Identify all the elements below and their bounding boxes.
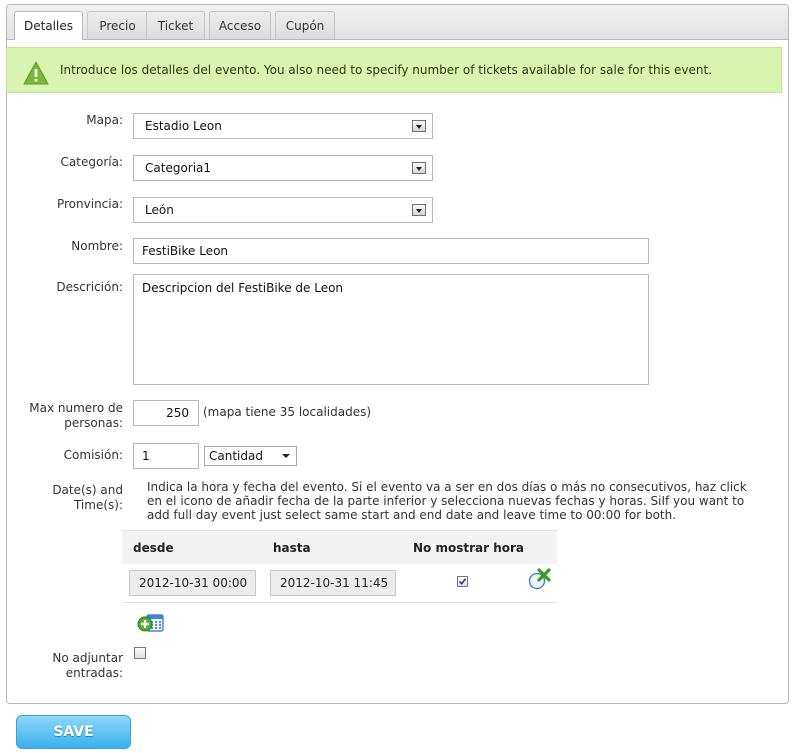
comision-input[interactable]: 1 [133,443,199,469]
categoria-select[interactable]: Categoria1 [133,155,433,181]
tab-precio[interactable]: Precio [87,11,148,39]
provincia-value: León [145,203,174,217]
dates-help-text: Indica la hora y fecha del evento. Si el… [147,480,747,522]
mapa-select[interactable]: Estadio Leon [133,113,433,139]
column-desde: desde [133,541,174,555]
chevron-down-icon [412,120,426,132]
no-adjuntar-label-line1: No adjuntar [52,651,123,665]
comision-type-select[interactable]: Cantidad [204,446,297,466]
no-adjuntar-label-line2: entradas: [65,666,123,680]
save-button[interactable]: SAVE [16,715,131,749]
tab-bar: Detalles Precio Ticket Acceso Cupón [7,5,788,40]
tab-cupon[interactable]: Cupón [275,11,335,39]
mapa-label: Mapa: [86,113,123,127]
alert-banner: Introduce los detalles del evento. You a… [6,47,782,93]
categoria-label: Categoría: [60,155,123,169]
max-personas-label: Max numero de personas: [7,401,123,431]
chevron-down-icon [412,162,426,174]
remove-row-icon[interactable] [528,568,552,590]
hasta-input[interactable]: 2012-10-31 11:45 [270,570,396,596]
dates-table: desde hasta No mostrar hora 2012-10-31 0… [122,530,557,603]
chevron-down-icon [412,204,426,216]
column-hasta: hasta [273,541,311,555]
table-row: 2012-10-31 00:00 2012-10-31 11:45 [122,563,557,603]
no-mostrar-hora-checkbox[interactable] [457,576,468,587]
descripcion-label: Descrición: [56,280,123,294]
add-date-icon[interactable] [137,613,165,633]
dates-label: Date(s) and Time(s): [7,483,123,513]
checkmark-icon [458,578,467,585]
column-no-mostrar-hora: No mostrar hora [413,541,525,555]
tab-acceso[interactable]: Acceso [209,11,271,39]
comision-type-value: Cantidad [209,449,263,463]
no-adjuntar-checkbox[interactable] [134,647,146,659]
provincia-label: Pronvincia: [56,197,123,211]
descripcion-textarea[interactable]: Descripcion del FestiBike de Leon [133,274,649,385]
tab-detalles[interactable]: Detalles [14,11,83,40]
no-adjuntar-label: No adjuntar entradas: [7,651,123,681]
max-personas-note: (mapa tiene 35 localidades) [203,405,372,419]
nombre-label: Nombre: [71,239,123,253]
warning-icon [23,61,49,85]
tab-ticket[interactable]: Ticket [146,11,205,39]
nombre-input[interactable]: FestiBike Leon [133,238,649,264]
desde-input[interactable]: 2012-10-31 00:00 [129,570,256,596]
mapa-value: Estadio Leon [145,119,222,133]
chevron-down-icon [282,454,290,458]
dates-label-line1: Date(s) and [52,483,123,497]
max-personas-input[interactable]: 250 [133,400,199,426]
categoria-value: Categoria1 [145,161,212,175]
comision-label: Comisión: [63,448,123,462]
max-personas-label-line1: Max numero de [29,401,123,415]
alert-text: Introduce los detalles del evento. You a… [60,63,713,77]
provincia-select[interactable]: León [133,197,433,223]
max-personas-label-line2: personas: [64,416,123,430]
dates-label-line2: Time(s): [73,498,123,512]
dates-table-header: desde hasta No mostrar hora [122,530,557,564]
